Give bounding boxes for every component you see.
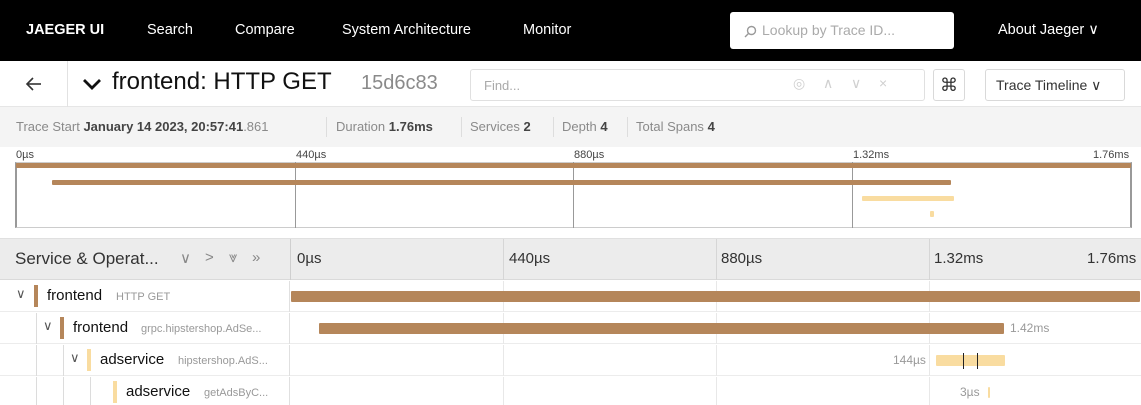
- command-icon: ⌘: [940, 75, 958, 95]
- minimap-span-bar: [930, 211, 934, 217]
- minimap-span-bar: [52, 180, 951, 185]
- locate-icon[interactable]: ◎: [793, 75, 805, 92]
- timeline-tick: 0µs: [297, 250, 322, 267]
- lookup-placeholder: Lookup by Trace ID...: [762, 22, 896, 38]
- nav-search[interactable]: Search: [147, 0, 193, 61]
- trace-total-spans: Total Spans 4: [636, 119, 715, 134]
- span-name-cell[interactable]: ∨ frontend HTTP GET: [0, 281, 290, 312]
- minimap-gridline: [295, 162, 296, 228]
- back-button[interactable]: [0, 61, 68, 107]
- span-row[interactable]: adservice getAdsByC... 3µs: [0, 377, 1141, 405]
- span-name-cell[interactable]: adservice getAdsByC...: [0, 377, 290, 405]
- timeline-header: Service & Operat... ∨ > ⩔ » 0µs 440µs 88…: [0, 239, 1141, 280]
- clear-search-icon[interactable]: ×: [879, 75, 887, 91]
- span-operation: grpc.hipstershop.AdSe...: [141, 323, 262, 335]
- collapse-all-icon[interactable]: ⩔: [229, 249, 237, 266]
- trace-minimap[interactable]: 0µs 440µs 880µs 1.32ms 1.76ms: [0, 147, 1141, 239]
- span-bar[interactable]: [291, 291, 1140, 302]
- trace-id-lookup-input[interactable]: Lookup by Trace ID...: [730, 12, 954, 49]
- minimap-span-bar: [16, 163, 1131, 168]
- minimap-tick: 1.32ms: [853, 149, 890, 161]
- span-row[interactable]: ∨ adservice hipstershop.AdS... 144µs: [0, 345, 1141, 376]
- brand-logo[interactable]: JAEGER UI: [26, 0, 104, 61]
- service-color-marker: [87, 349, 91, 371]
- span-bar[interactable]: [988, 387, 991, 398]
- search-icon: [744, 25, 757, 38]
- trace-start: Trace Start January 14 2023, 20:57:41.86…: [16, 119, 269, 134]
- trace-title-bar: frontend: HTTP GET 15d6c83 Find... ◎ ∧ ∨…: [0, 61, 1141, 107]
- span-bar[interactable]: [318, 323, 1004, 334]
- trace-depth: Depth 4: [562, 119, 608, 134]
- span-row[interactable]: ∨ frontend HTTP GET: [0, 281, 1141, 312]
- span-bar[interactable]: [935, 355, 1006, 366]
- chevron-down-icon[interactable]: ∨: [70, 350, 80, 366]
- span-log-marker[interactable]: [963, 353, 964, 369]
- about-jaeger-menu[interactable]: About Jaeger ∨: [998, 0, 1099, 61]
- nav-compare[interactable]: Compare: [235, 0, 295, 61]
- span-operation: HTTP GET: [116, 291, 171, 303]
- trace-services: Services 2: [470, 119, 531, 134]
- span-service: frontend: [73, 319, 129, 336]
- minimap-span-bar: [862, 196, 954, 201]
- service-color-marker: [34, 285, 38, 307]
- expand-one-icon[interactable]: >: [205, 249, 214, 266]
- span-duration-label: 144µs: [893, 353, 926, 367]
- prev-match-icon[interactable]: ∧: [823, 75, 833, 92]
- nav-monitor[interactable]: Monitor: [523, 0, 571, 61]
- trace-duration: Duration 1.76ms: [336, 119, 433, 134]
- view-mode-select[interactable]: Trace Timeline ∨: [985, 69, 1125, 101]
- next-match-icon[interactable]: ∨: [851, 75, 861, 92]
- span-operation: getAdsByC...: [204, 387, 269, 399]
- span-operation: hipstershop.AdS...: [178, 355, 268, 367]
- span-duration-label: 3µs: [960, 385, 980, 399]
- minimap-gridline: [573, 162, 574, 228]
- span-name-cell[interactable]: ∨ frontend grpc.hipstershop.AdSe...: [0, 313, 290, 344]
- chevron-down-icon[interactable]: ∨: [43, 318, 53, 334]
- trace-summary: Trace Start January 14 2023, 20:57:41.86…: [0, 107, 1141, 147]
- collapse-one-icon[interactable]: ∨: [180, 249, 191, 267]
- span-name-cell[interactable]: ∨ adservice hipstershop.AdS...: [0, 345, 290, 376]
- trace-id: 15d6c83: [361, 72, 438, 94]
- timeline-tick: 1.32ms: [934, 250, 984, 267]
- trace-title: frontend: HTTP GET: [112, 68, 332, 95]
- span-service: adservice: [100, 351, 165, 368]
- minimap-tick: 0µs: [16, 149, 34, 161]
- span-row[interactable]: ∨ frontend grpc.hipstershop.AdSe... 1.42…: [0, 313, 1141, 344]
- expand-all-icon[interactable]: »: [252, 249, 260, 266]
- minimap-tick: 440µs: [296, 149, 327, 161]
- service-color-marker: [113, 381, 117, 403]
- timeline-tick: 880µs: [721, 250, 763, 267]
- chevron-down-icon[interactable]: ∨: [16, 286, 26, 302]
- find-placeholder: Find...: [484, 78, 521, 93]
- minimap-gridline: [852, 162, 853, 228]
- column-resizer[interactable]: [290, 239, 291, 280]
- nav-system-architecture[interactable]: System Architecture: [342, 0, 471, 61]
- minimap-tick: 1.76ms: [1093, 149, 1130, 161]
- span-service: adservice: [126, 383, 191, 400]
- timeline-tick: 440µs: [509, 250, 551, 267]
- service-operation-column-header: Service & Operat...: [15, 249, 159, 268]
- span-find-input[interactable]: Find... ◎ ∧ ∨ ×: [470, 69, 925, 101]
- span-log-marker[interactable]: [977, 353, 978, 369]
- top-nav: JAEGER UI Search Compare System Architec…: [0, 0, 1141, 61]
- timeline-tick: 1.76ms: [1087, 250, 1137, 267]
- span-duration-label: 1.42ms: [1010, 321, 1050, 335]
- minimap-tick: 880µs: [574, 149, 605, 161]
- service-color-marker: [60, 317, 64, 339]
- chevron-down-icon[interactable]: [81, 73, 103, 95]
- span-service: frontend: [47, 287, 103, 304]
- arrow-left-icon: [25, 77, 41, 91]
- keyboard-shortcuts-button[interactable]: ⌘: [933, 69, 965, 101]
